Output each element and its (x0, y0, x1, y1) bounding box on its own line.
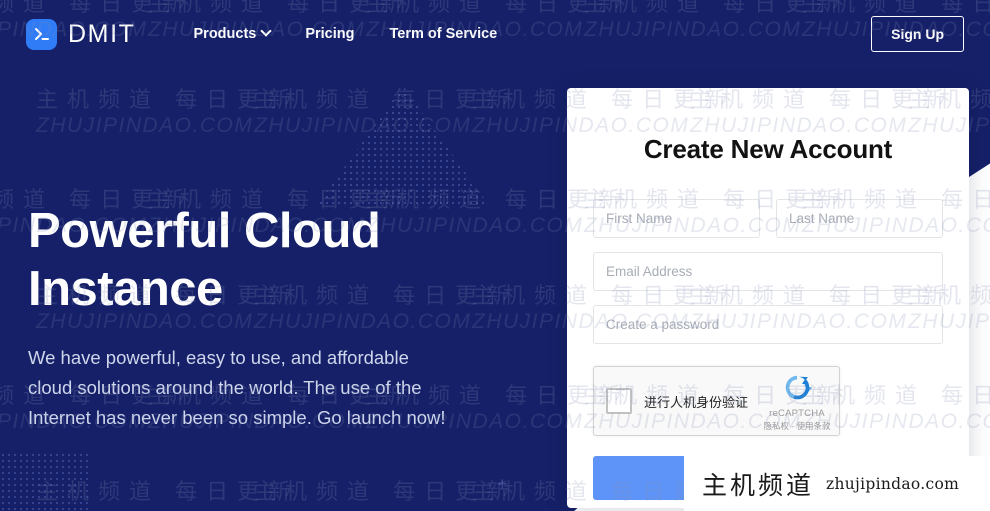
nav-item-term-of-service[interactable]: Term of Service (390, 26, 498, 42)
page-title: Powerful Cloud Instance (28, 203, 458, 319)
page-root: + DMIT Products Pricing Term of Service (0, 0, 990, 511)
name-field-row (593, 199, 943, 238)
nav-item-products[interactable]: Products (193, 25, 273, 42)
nav-links: Products Pricing Term of Service (193, 25, 498, 42)
chevron-down-icon (260, 25, 273, 37)
recaptcha-checkbox[interactable] (606, 388, 632, 414)
hero-copy: Powerful Cloud Instance We have powerful… (28, 203, 458, 433)
nav-item-pricing[interactable]: Pricing (305, 26, 354, 42)
plus-decoration-icon: + (497, 474, 508, 494)
site-watermark-badge: 主机频道 zhujipindao.com (684, 456, 990, 511)
recaptcha-label: 进行人机身份验证 (644, 394, 749, 410)
first-name-input[interactable] (593, 199, 760, 238)
nav-item-products-label: Products (193, 26, 257, 42)
site-watermark-cn: 主机频道 (702, 470, 815, 500)
top-navbar: DMIT Products Pricing Term of Service Si… (0, 0, 990, 68)
brand-logo[interactable]: DMIT (26, 18, 136, 50)
signup-card-title: Create New Account (643, 134, 893, 164)
dotted-square-decoration (0, 452, 90, 511)
brand-name: DMIT (68, 19, 136, 48)
hero-title-line-1: Powerful Cloud (28, 204, 381, 258)
site-watermark-en: zhujipindao.com (826, 474, 960, 493)
nav-item-pricing-label: Pricing (305, 26, 355, 42)
signup-card: Create New Account 进行人机身份验证 (567, 88, 969, 508)
recaptcha-brand-label: reCAPTCHA (769, 408, 825, 419)
last-name-input[interactable] (776, 199, 943, 238)
password-input[interactable] (593, 305, 943, 344)
terminal-prompt-icon (26, 18, 57, 50)
recaptcha-legal-label[interactable]: 隐私权 - 使用条款 (762, 420, 832, 432)
recaptcha-logo-icon (762, 373, 832, 407)
sign-up-button[interactable]: Sign Up (871, 16, 964, 52)
nav-item-tos-label: Term of Service (389, 26, 498, 42)
recaptcha-branding: reCAPTCHA 隐私权 - 使用条款 (762, 373, 832, 432)
email-input[interactable] (593, 252, 943, 291)
hero-subtitle: We have powerful, easy to use, and affor… (28, 346, 446, 428)
hero-title-line-2: Instance (28, 261, 223, 316)
recaptcha-widget[interactable]: 进行人机身份验证 reCAPTCHA 隐私权 - 使用条款 (593, 366, 840, 436)
